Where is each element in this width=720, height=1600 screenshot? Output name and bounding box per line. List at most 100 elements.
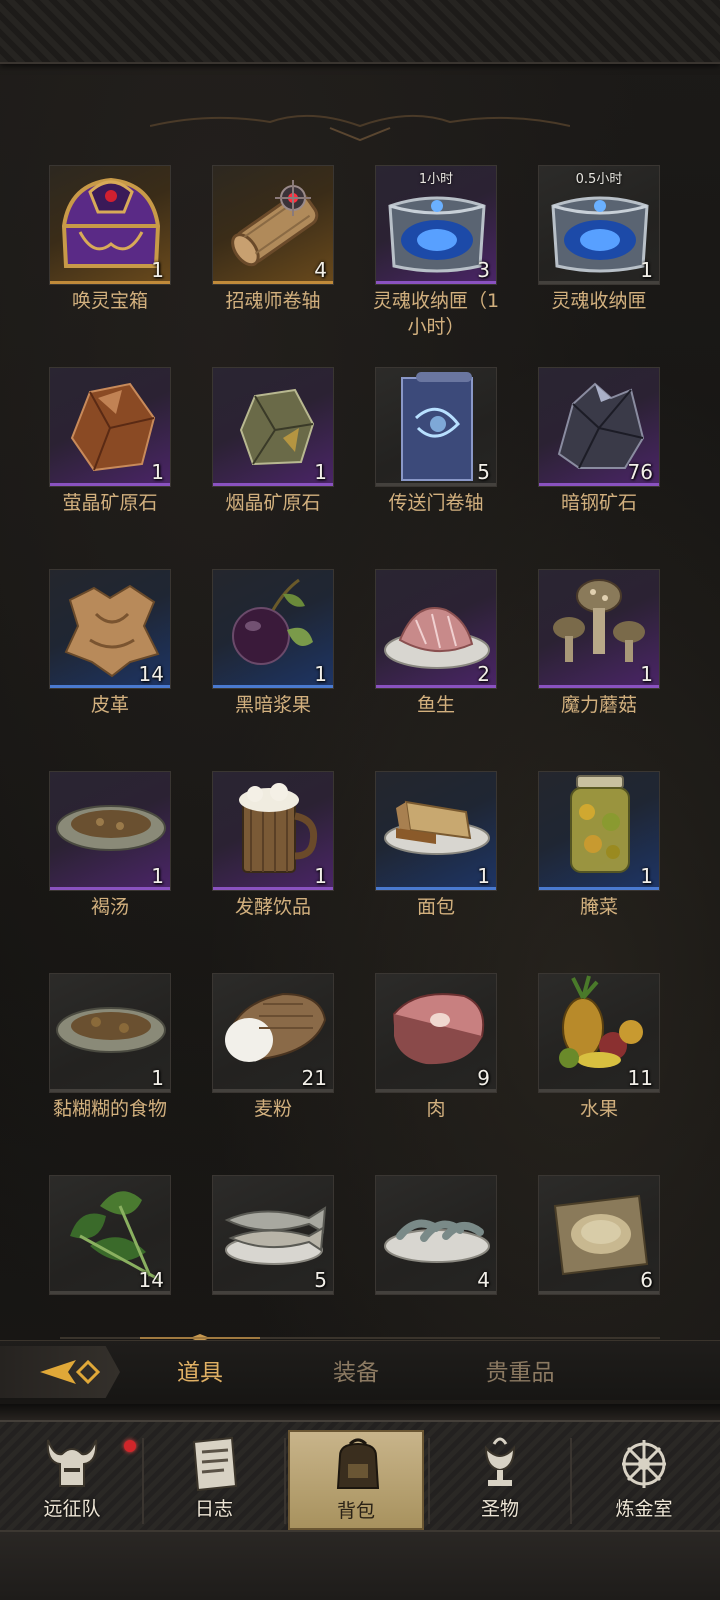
item-name: 萤晶矿原石	[62, 492, 158, 514]
item-count: 1	[151, 258, 164, 282]
nav-relics[interactable]: 圣物	[432, 1430, 568, 1530]
item-count: 6	[640, 1268, 653, 1292]
item-count: 1	[314, 460, 327, 484]
nav-journal[interactable]: 日志	[146, 1430, 282, 1530]
inventory-item[interactable]: 0.5小时 1 灵魂收纳匣	[529, 160, 680, 360]
inventory-item[interactable]: 76 暗钢矿石	[529, 362, 680, 562]
item-slot: 76	[538, 367, 660, 487]
item-count: 1	[314, 864, 327, 888]
top-frame	[0, 0, 720, 64]
item-slot: 4	[375, 1175, 497, 1295]
inventory-item[interactable]: 14	[40, 1170, 200, 1320]
inventory-item[interactable]: 1 黑暗浆果	[203, 564, 363, 764]
item-slot: 1	[49, 973, 171, 1093]
nav-label: 远征队	[43, 1498, 101, 1520]
inventory-item[interactable]: 11 水果	[529, 968, 680, 1168]
item-count: 1	[314, 662, 327, 686]
item-slot: 1	[49, 771, 171, 891]
inventory-item[interactable]: 1小时 3 灵魂收纳匣（1小时）	[366, 160, 526, 360]
item-count: 1	[640, 258, 653, 282]
item-name: 发酵饮品	[234, 896, 311, 918]
horned-helmet-icon	[46, 1439, 98, 1487]
inventory-item[interactable]: 1 面包	[366, 766, 526, 966]
nav-backpack[interactable]: 背包	[288, 1430, 424, 1530]
item-count: 1	[477, 864, 490, 888]
item-name: 招魂师卷轴	[225, 290, 321, 312]
inventory-item[interactable]: 14 皮革	[40, 564, 200, 764]
back-button[interactable]	[0, 1346, 120, 1398]
item-name: 灵魂收纳匣（1小时）	[372, 290, 500, 338]
item-count: 76	[627, 460, 653, 484]
item-name: 灵魂收纳匣	[551, 290, 647, 312]
inventory-item[interactable]: 1 萤晶矿原石	[40, 362, 200, 562]
item-slot: 1	[49, 165, 171, 285]
item-name: 褐汤	[90, 896, 129, 918]
tab-valuables[interactable]: 贵重品	[460, 1350, 580, 1390]
tab-equipment[interactable]: 装备	[306, 1350, 406, 1390]
inventory-item[interactable]: 1 黏糊糊的食物	[40, 968, 200, 1168]
item-name: 肉	[426, 1098, 446, 1120]
item-name: 传送门卷轴	[388, 492, 484, 514]
item-slot: 9	[375, 973, 497, 1093]
inventory-item[interactable]: 1 腌菜	[529, 766, 680, 966]
nav-expedition[interactable]: 远征队	[4, 1430, 140, 1530]
item-count: 4	[477, 1268, 490, 1292]
item-name: 黑暗浆果	[234, 694, 311, 716]
item-slot: 1	[212, 771, 334, 891]
gold-arrow-icon	[40, 1359, 101, 1385]
inventory-grid: 1 唤灵宝箱 4 招魂师卷轴 1小时 3 灵魂收纳匣（1小时） 0.5小时 1 …	[40, 160, 680, 1320]
item-count: 5	[477, 460, 490, 484]
inventory-item[interactable]: 1 烟晶矿原石	[203, 362, 363, 562]
tab-props[interactable]: 道具	[150, 1350, 250, 1390]
item-slot: 5	[375, 367, 497, 487]
item-slot: 1	[49, 367, 171, 487]
item-count: 11	[627, 1066, 653, 1090]
nav-label: 日志	[194, 1498, 233, 1520]
item-slot: 5	[212, 1175, 334, 1295]
item-slot: 4	[212, 165, 334, 285]
inventory-item[interactable]: 4	[366, 1170, 526, 1320]
item-count: 14	[138, 662, 164, 686]
item-count: 1	[151, 864, 164, 888]
item-name: 腌菜	[579, 896, 618, 918]
item-slot: 11	[538, 973, 660, 1093]
inventory-item[interactable]: 9 肉	[366, 968, 526, 1168]
item-name: 皮革	[90, 694, 129, 716]
item-slot: 1	[212, 367, 334, 487]
inventory-item[interactable]: 4 招魂师卷轴	[203, 160, 363, 360]
inventory-item[interactable]: 21 麦粉	[203, 968, 363, 1168]
item-slot: 0.5小时 1	[538, 165, 660, 285]
item-name: 唤灵宝箱	[71, 290, 148, 312]
inventory-item[interactable]: 5	[203, 1170, 363, 1320]
item-slot: 2	[375, 569, 497, 689]
inventory-item[interactable]: 1 魔力蘑菇	[529, 564, 680, 764]
inventory-item[interactable]: 1 唤灵宝箱	[40, 160, 200, 360]
item-count: 1	[151, 1066, 164, 1090]
inventory-item[interactable]: 1 褐汤	[40, 766, 200, 966]
item-count: 14	[138, 1268, 164, 1292]
item-count: 1	[640, 662, 653, 686]
item-name: 水果	[579, 1098, 618, 1120]
inventory-item[interactable]: 1 发酵饮品	[203, 766, 363, 966]
item-slot: 21	[212, 973, 334, 1093]
inventory-item[interactable]: 2 鱼生	[366, 564, 526, 764]
item-slot: 1	[538, 771, 660, 891]
timer-badge: 0.5小时	[575, 172, 623, 187]
item-slot: 1	[212, 569, 334, 689]
item-name: 面包	[416, 896, 455, 918]
nav-alchemy[interactable]: 炼金室	[576, 1430, 712, 1530]
item-count: 21	[301, 1066, 327, 1090]
inventory-item[interactable]: 6	[529, 1170, 680, 1320]
ornament-divider	[150, 114, 570, 142]
chalice-icon	[484, 1437, 516, 1486]
inventory-item[interactable]: 5 传送门卷轴	[366, 362, 526, 562]
item-slot: 14	[49, 1175, 171, 1295]
bottom-frame	[0, 1530, 720, 1600]
item-count: 5	[314, 1268, 327, 1292]
nav-label: 炼金室	[615, 1498, 673, 1520]
item-name: 魔力蘑菇	[560, 694, 637, 716]
nav-separator	[428, 1438, 430, 1524]
nav-label: 背包	[336, 1500, 375, 1522]
item-count: 3	[477, 258, 490, 282]
backpack-icon	[336, 1438, 380, 1489]
